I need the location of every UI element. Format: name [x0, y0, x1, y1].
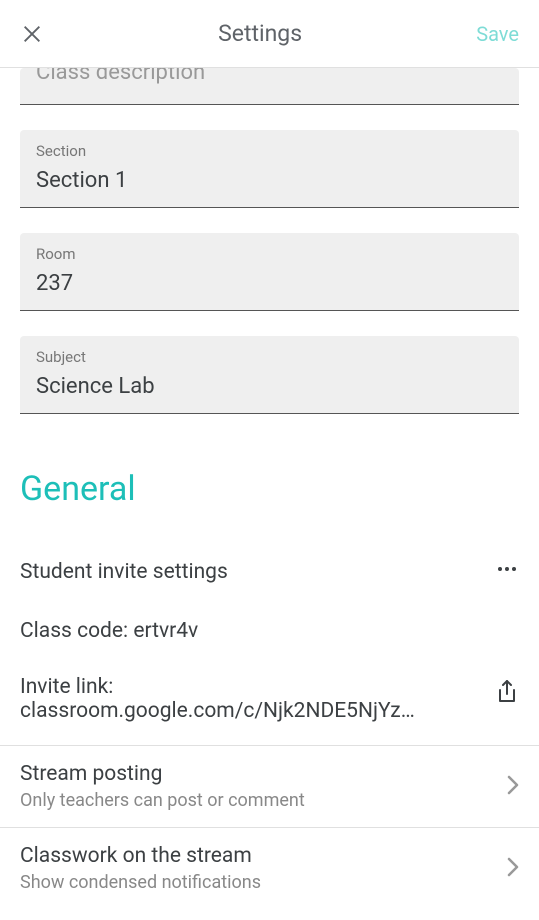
row-subtitle: Only teachers can post or comment	[20, 790, 507, 811]
invite-link-text: Invite link: classroom.google.com/c/Njk2…	[20, 675, 495, 723]
field-label: Section	[36, 142, 503, 160]
chevron-right-icon	[507, 775, 519, 799]
invite-link-value: classroom.google.com/c/Njk2NDE5NjYz…	[20, 699, 485, 723]
share-icon	[495, 679, 519, 705]
room-field[interactable]: Room 237	[20, 233, 519, 311]
row-text: Classwork on the stream Show condensed n…	[20, 844, 507, 893]
invite-link-row: Invite link: classroom.google.com/c/Njk2…	[20, 657, 519, 745]
section-field[interactable]: Section Section 1	[20, 130, 519, 208]
row-title: Classwork on the stream	[20, 844, 507, 868]
field-label: Room	[36, 245, 503, 263]
class-code-value: ertvr4v	[133, 619, 198, 643]
class-code-label: Class code:	[20, 619, 133, 643]
header: Settings Save	[0, 0, 539, 68]
row-title: Stream posting	[20, 762, 507, 786]
field-label: Subject	[36, 348, 503, 366]
field-value: 237	[36, 271, 503, 296]
stream-posting-row[interactable]: Stream posting Only teachers can post or…	[0, 745, 539, 827]
close-button[interactable]	[20, 22, 44, 46]
save-button[interactable]: Save	[476, 22, 519, 46]
close-icon	[21, 23, 43, 45]
more-horizontal-icon	[495, 557, 519, 581]
share-button[interactable]	[495, 679, 519, 709]
more-options-button[interactable]	[495, 557, 519, 587]
page-title: Settings	[218, 20, 302, 47]
content-area: Class description Section Section 1 Room…	[0, 68, 539, 909]
general-heading: General	[20, 469, 519, 509]
field-value: Section 1	[36, 168, 503, 193]
subject-field[interactable]: Subject Science Lab	[20, 336, 519, 414]
invite-link-label: Invite link:	[20, 675, 485, 699]
student-invite-settings-row: Student invite settings	[20, 539, 519, 605]
row-subtitle: Show condensed notifications	[20, 872, 507, 893]
field-value: Science Lab	[36, 374, 503, 399]
row-text: Stream posting Only teachers can post or…	[20, 762, 507, 811]
class-code-row: Class code: ertvr4v	[20, 605, 519, 657]
chevron-right-icon	[507, 857, 519, 881]
class-description-field[interactable]: Class description	[20, 68, 519, 105]
classwork-on-stream-row[interactable]: Classwork on the stream Show condensed n…	[0, 827, 539, 909]
row-label: Student invite settings	[20, 560, 228, 584]
field-value: Class description	[36, 68, 205, 85]
